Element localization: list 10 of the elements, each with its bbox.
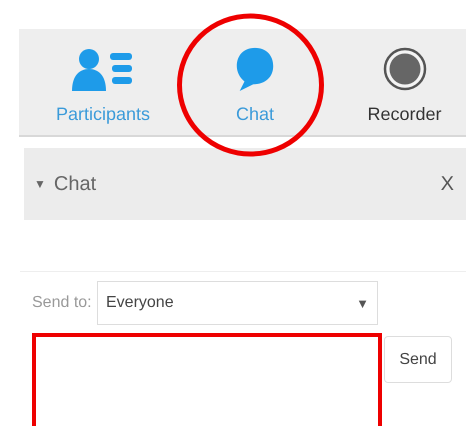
collapse-toggle[interactable]: ▼ [34, 177, 46, 191]
close-button[interactable]: X [440, 172, 454, 196]
send-to-label: Send to: [32, 294, 93, 312]
people-list-icon [72, 46, 134, 92]
toolbar-tab[interactable]: Recorder [323, 29, 466, 135]
panel-title: Chat [54, 172, 96, 196]
record-icon [382, 46, 426, 92]
send-button[interactable]: Send [384, 336, 452, 383]
recipient-dropdown[interactable]: Everyone ▼ [97, 281, 378, 325]
speech-bubble-icon [235, 46, 275, 92]
